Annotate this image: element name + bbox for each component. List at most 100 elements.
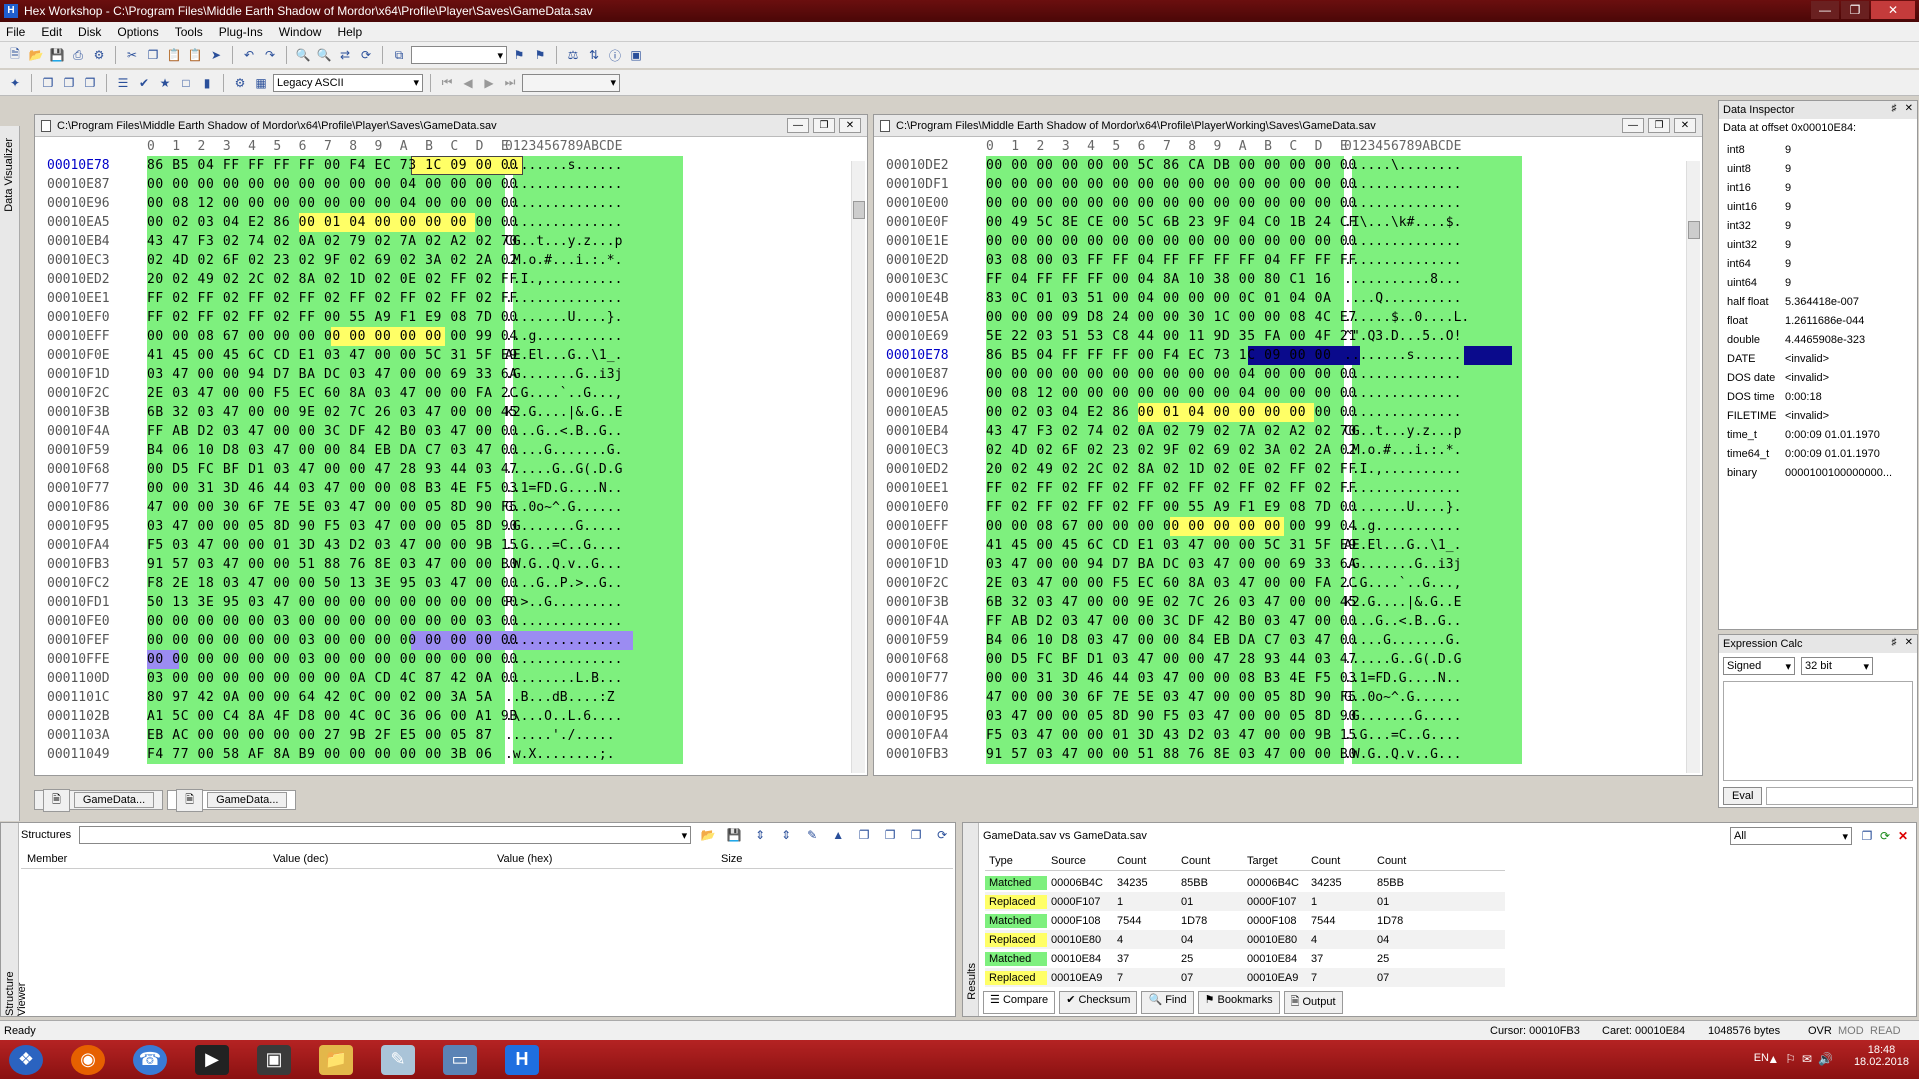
row-ascii[interactable]: ............... [497,175,667,194]
doc-close-button[interactable]: ✕ [1674,118,1696,133]
hex-row[interactable]: 00010F1D 03 47 00 00 94 D7 BA DC 03 47 00… [35,365,867,384]
row-ascii[interactable]: .....G.......G. [497,441,667,460]
row-ascii[interactable]: ............... [1336,251,1506,270]
goto-combo[interactable]: ▾ [411,46,507,64]
row-hex-bytes[interactable]: 00 00 00 09 D8 24 00 00 30 1C 00 00 08 4… [978,308,1356,327]
row-hex-bytes[interactable]: 00 00 00 00 00 00 5C 86 CA DB 00 00 00 0… [978,156,1356,175]
close-button[interactable]: ✕ [1871,1,1915,19]
row-ascii[interactable]: ......G..G(.D.G [497,460,667,479]
hex-row[interactable]: 00010E4B 83 0C 01 03 51 00 04 00 00 00 0C… [874,289,1702,308]
row-hex-bytes[interactable]: 03 47 00 00 94 D7 BA DC 03 47 00 00 69 3… [978,555,1356,574]
row-hex-bytes[interactable]: 00 08 12 00 00 00 00 00 00 00 04 00 00 0… [978,384,1356,403]
inspector-row[interactable]: time_t 0:00:09 01.01.1970 [1719,425,1917,444]
refresh-icon[interactable]: ⟳ [357,46,375,64]
row-hex-bytes[interactable]: 00 08 12 00 00 00 00 00 00 00 04 00 00 0… [139,194,517,213]
row-ascii[interactable]: ............... [1336,232,1506,251]
results-row[interactable]: Replaced 00010EA9 7 07 00010EA9 7 07 [985,968,1505,987]
results-col-6[interactable]: Count [1373,855,1433,867]
results-row[interactable]: Replaced 0000F107 1 01 0000F107 1 01 [985,892,1505,911]
hex-row[interactable]: 00010F2C 2E 03 47 00 00 F5 EC 60 8A 03 47… [35,384,867,403]
row-ascii[interactable]: ............... [497,213,667,232]
hex-row[interactable]: 00010F3B 6B 32 03 47 00 00 9E 02 7C 26 03… [874,593,1702,612]
row-hex-bytes[interactable]: 03 47 00 00 05 8D 90 F5 03 47 00 00 05 8… [978,707,1356,726]
row-hex-bytes[interactable]: 00 00 00 00 00 00 03 00 00 00 00 00 00 0… [139,631,517,650]
row-ascii[interactable]: ........U....}. [1336,498,1506,517]
row-hex-bytes[interactable]: 03 47 00 00 05 8D 90 F5 03 47 00 00 05 8… [139,517,517,536]
results-tab-compare[interactable]: ☰ Compare [983,991,1056,1014]
row-ascii[interactable]: ............... [497,612,667,631]
export-icon[interactable]: ➤ [207,46,225,64]
eval-button[interactable]: Eval [1723,787,1763,805]
row-hex-bytes[interactable]: 91 57 03 47 00 00 51 88 76 8E 03 47 00 0… [139,555,517,574]
hex-row[interactable]: 00010FA4 F5 03 47 00 00 01 3D 43 D2 03 47… [35,536,867,555]
new-file-icon[interactable]: 🗎 [6,46,24,64]
row-hex-bytes[interactable]: 00 00 08 67 00 00 00 00 00 00 00 00 00 9… [978,517,1356,536]
menu-file[interactable]: File [6,25,25,39]
row-ascii[interactable]: k2.G....|&.G..E [497,403,667,422]
settings-icon[interactable]: ⚙ [231,74,249,92]
hex-row[interactable]: 00010F68 00 D5 FC BF D1 03 47 00 00 47 28… [35,460,867,479]
row-hex-bytes[interactable]: F5 03 47 00 00 01 3D 43 D2 03 47 00 00 9… [978,726,1356,745]
menu-plugins[interactable]: Plug-Ins [219,25,263,39]
close-icon[interactable]: ✕ [1905,103,1913,114]
results-col-3[interactable]: Count [1177,855,1243,867]
inspector-row[interactable]: uint16 9 [1719,197,1917,216]
row-hex-bytes[interactable]: 00 00 00 00 00 00 00 00 00 00 00 00 00 0… [978,232,1356,251]
hex-row[interactable]: 00010E87 00 00 00 00 00 00 00 00 00 00 04… [35,175,867,194]
menu-options[interactable]: Options [117,25,158,39]
hex-row[interactable]: 00010EE1 FF 02 FF 02 FF 02 FF 02 FF 02 FF… [35,289,867,308]
hex-row[interactable]: 00010EF0 FF 02 FF 02 FF 02 FF 00 55 A9 F1… [874,498,1702,517]
media-player-icon[interactable]: ▶ [186,1042,238,1078]
results-row[interactable]: Matched 00010E84 37 25 00010E84 37 25 [985,949,1505,968]
row-ascii[interactable]: G..0o~^.G...... [1336,688,1506,707]
row-hex-bytes[interactable]: 47 00 00 30 6F 7E 5E 03 47 00 00 05 8D 9… [139,498,517,517]
row-ascii[interactable]: ............... [1336,194,1506,213]
bookmark-prev-icon[interactable]: ⚑ [510,46,528,64]
row-ascii[interactable]: ..B...dB....:Z [497,688,667,707]
row-hex-bytes[interactable]: 03 08 00 03 FF FF 04 FF FF FF FF 04 FF F… [978,251,1356,270]
row-hex-bytes[interactable]: 00 02 03 04 E2 86 00 01 04 00 00 00 00 0… [978,403,1356,422]
row-hex-bytes[interactable]: A1 5C 00 C4 8A 4F D8 00 4C 0C 36 06 00 A… [139,707,517,726]
row-ascii[interactable]: ....G..P.>..G.. [497,574,667,593]
operations-icon[interactable]: ❐ [39,74,57,92]
last-icon[interactable]: ⏭ [501,74,519,92]
minimize-button[interactable]: — [1811,1,1839,19]
row-hex-bytes[interactable]: FF AB D2 03 47 00 00 3C DF 42 B0 03 47 0… [978,612,1356,631]
hex-row[interactable]: 00010F4A FF AB D2 03 47 00 00 3C DF 42 B0… [35,422,867,441]
row-hex-bytes[interactable]: 00 00 00 00 00 00 00 00 00 00 00 00 00 0… [978,175,1356,194]
replace-icon[interactable]: ⇄ [336,46,354,64]
print-icon[interactable]: ⎙ [69,46,87,64]
find-icon[interactable]: 🔍 [294,46,312,64]
row-hex-bytes[interactable]: 5E 22 03 51 53 C8 44 00 11 9D 35 FA 00 4… [978,327,1356,346]
hex-row[interactable]: 0001102B A1 5C 00 C4 8A 4F D8 00 4C 0C 36… [35,707,867,726]
hex-row[interactable]: 00010E78 86 B5 04 FF FF FF FF 00 F4 EC 73… [35,156,867,175]
hex-rows[interactable]: 00010E78 86 B5 04 FF FF FF FF 00 F4 EC 73… [35,156,867,764]
inspector-row[interactable]: FILETIME <invalid> [1719,406,1917,425]
col-member[interactable]: Member [21,853,273,865]
row-hex-bytes[interactable]: FF 02 FF 02 FF 02 FF 00 55 A9 F1 E9 08 7… [139,308,517,327]
clock[interactable]: 18:48 18.02.2018 [1854,1044,1909,1068]
results-col-4[interactable]: Target [1243,855,1307,867]
compare-tool-icon[interactable]: □ [177,74,195,92]
encoding-select[interactable]: Legacy ASCII ▾ [273,73,423,92]
row-ascii[interactable]: .....G.......G. [1336,631,1506,650]
row-ascii[interactable]: .M.o.#...i.:.*. [497,251,667,270]
inspector-row[interactable]: DOS date <invalid> [1719,368,1917,387]
row-ascii[interactable]: ......'./..... [497,726,667,745]
row-hex-bytes[interactable]: 00 00 31 3D 46 44 03 47 00 00 08 B3 4E F… [978,669,1356,688]
hex-row[interactable]: 00010F59 B4 06 10 D8 03 47 00 00 84 EB DA… [874,631,1702,650]
hex-row[interactable]: 00010F68 00 D5 FC BF D1 03 47 00 00 47 28… [874,650,1702,669]
hex-row[interactable]: 0001103A EB AC 00 00 00 00 00 27 9B 2F E5… [35,726,867,745]
hex-row[interactable]: 00010E00 00 00 00 00 00 00 00 00 00 00 00… [874,194,1702,213]
row-hex-bytes[interactable]: 00 49 5C 8E CE 00 5C 6B 23 9F 04 C0 1B 2… [978,213,1356,232]
pin-icon[interactable]: ♯ [1892,637,1897,648]
row-hex-bytes[interactable]: 00 00 08 67 00 00 00 00 00 00 00 00 00 9… [139,327,517,346]
row-ascii[interactable]: ..G...=C..G.... [497,536,667,555]
results-filter[interactable]: All ▾ [1730,827,1852,845]
row-hex-bytes[interactable]: 80 97 42 0A 00 00 64 42 0C 00 02 00 3A 5… [139,688,497,707]
tray-icons[interactable]: ▲⚐✉🔊 [1767,1052,1839,1066]
bits-select[interactable]: 32 bit ▾ [1801,657,1873,675]
paste-icon[interactable]: 📋 [165,46,183,64]
row-ascii[interactable]: ............... [497,289,667,308]
inspector-row[interactable]: time64_t 0:00:09 01.01.1970 [1719,444,1917,463]
